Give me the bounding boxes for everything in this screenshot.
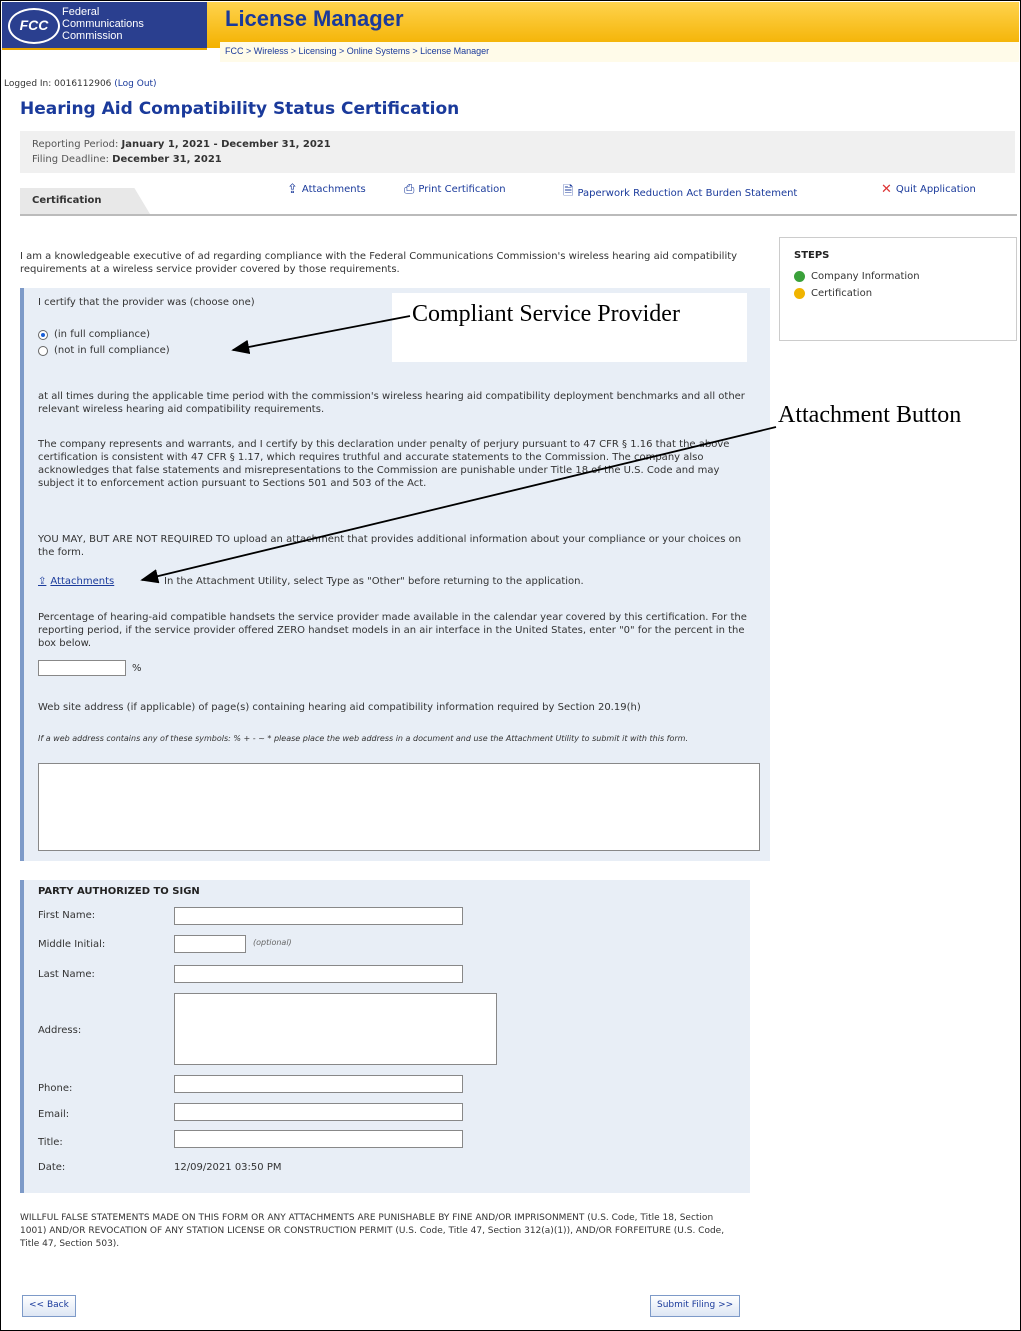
radio-button[interactable] [38,345,48,356]
quit-label: Quit Application [895,184,976,195]
page-title: Hearing Aid Compatibility Status Certifi… [20,99,460,119]
deadline-label: Filing Deadline: [32,154,109,165]
radio-not-full-compliance[interactable]: (not in full compliance) [38,344,170,357]
paperwork-statement-link[interactable]: 🗎 Paperwork Reduction Act Burden Stateme… [563,182,797,204]
optional-hint: (optional) [253,938,292,947]
phone-label: Phone: [38,1083,73,1094]
compliant-provider-callout: Compliant Service Provider [412,301,680,327]
back-button[interactable]: << Back [22,1295,76,1317]
reporting-value: January 1, 2021 - December 31, 2021 [121,139,331,150]
certification-panel: I certify that the provider was (choose … [20,288,770,861]
compliance-period-text: at all times during the applicable time … [38,391,745,415]
step-company-information: Company Information [794,271,1002,282]
paperwork-label: Paperwork Reduction Act Burden Statement [577,187,798,199]
first-name-label: First Name: [38,910,96,921]
title-label: Title: [38,1137,63,1148]
address-label: Address: [38,1025,82,1036]
agency-line: Communications [62,18,144,30]
upload-icon: ⇪ [38,576,47,587]
website-note: If a web address contains any of these s… [38,734,688,743]
title-field[interactable] [174,1130,463,1148]
logged-in-label: Logged In: 0016112906 [4,79,112,89]
percentage-input[interactable] [38,660,126,676]
radio-label: (in full compliance) [54,329,151,340]
agency-line: Federal [62,6,100,18]
middle-initial-field[interactable] [174,935,246,953]
tab-certification[interactable]: Certification [20,188,150,214]
percentage-text: Percentage of hearing-aid compatible han… [38,612,747,649]
attachment-optional-text: YOU MAY, BUT ARE NOT REQUIRED TO upload … [38,534,742,558]
reporting-label: Reporting Period: [32,139,119,150]
radio-button-selected[interactable] [38,329,48,340]
phone-field[interactable] [174,1075,463,1093]
date-value: 12/09/2021 03:50 PM [174,1162,282,1173]
first-name-field[interactable] [174,907,463,925]
email-label: Email: [38,1109,70,1120]
close-icon: ✕ [881,182,892,197]
date-label: Date: [38,1162,66,1173]
party-authorized-panel: PARTY AUTHORIZED TO SIGN First Name: Mid… [20,880,750,1193]
step-label: Company Information [811,271,920,282]
email-field[interactable] [174,1103,463,1121]
party-title: PARTY AUTHORIZED TO SIGN [38,886,200,897]
middle-initial-label: Middle Initial: [38,939,106,950]
logout-link[interactable]: (Log Out) [114,79,156,89]
fcc-badge: FCC [8,8,60,44]
session-info: Logged In: 0016112906 (Log Out) [4,79,157,89]
agency-line: Commission [62,30,123,42]
radio-full-compliance[interactable]: (in full compliance) [38,328,150,341]
app-title: License Manager [225,6,404,31]
website-textarea[interactable] [38,763,760,851]
filing-deadline: Filing Deadline: December 31, 2021 [32,152,1003,167]
intro-text: I am a knowledgeable executive of ad reg… [20,251,738,275]
breadcrumb[interactable]: FCC > Wireless > Licensing > Online Syst… [225,46,489,56]
last-name-label: Last Name: [38,969,95,980]
print-label: Print Certification [418,184,506,195]
quit-application-button[interactable]: ✕ Quit Application [881,182,976,197]
step-label: Certification [811,288,873,299]
fcc-logo[interactable]: FCC Federal Communications Commission [2,2,207,50]
step-certification: Certification [794,288,1002,299]
printer-icon: ⎙ [404,182,415,197]
pending-circle-icon [794,288,805,299]
print-certification-button[interactable]: ⎙ Print Certification [404,182,506,197]
attachment-button-callout: Attachment Button [778,402,962,428]
attachments-toolbar-button[interactable]: ⇪ Attachments [287,182,366,197]
attachments-label: Attachments [301,184,366,195]
tab-divider [20,214,1017,216]
reporting-period: Reporting Period: January 1, 2021 - Dece… [32,137,1003,152]
percent-sign: % [132,663,142,674]
radio-label: (not in full compliance) [54,345,170,356]
steps-title: STEPS [794,250,830,261]
website-text: Web site address (if applicable) of page… [38,702,641,713]
check-circle-icon [794,271,805,282]
attachments-link[interactable]: ⇪ Attachments [38,575,114,588]
attachment-note: In the Attachment Utility, select Type a… [164,576,584,587]
agency-name: Federal Communications Commission [62,6,144,42]
last-name-field[interactable] [174,965,463,983]
deadline-value: December 31, 2021 [112,154,222,165]
upload-icon: ⇪ [287,182,298,197]
submit-filing-button[interactable]: Submit Filing >> [650,1295,741,1317]
document-icon: 🗎 [563,184,574,199]
reporting-period-panel: Reporting Period: January 1, 2021 - Dece… [20,131,1015,173]
steps-panel: STEPS Company Information Certification [779,237,1017,341]
false-statement-warning: WILLFUL FALSE STATEMENTS MADE ON THIS FO… [20,1213,725,1249]
address-textarea[interactable] [174,993,497,1065]
attachments-link-label: Attachments [50,576,115,587]
perjury-declaration-text: The company represents and warrants, and… [38,439,730,489]
